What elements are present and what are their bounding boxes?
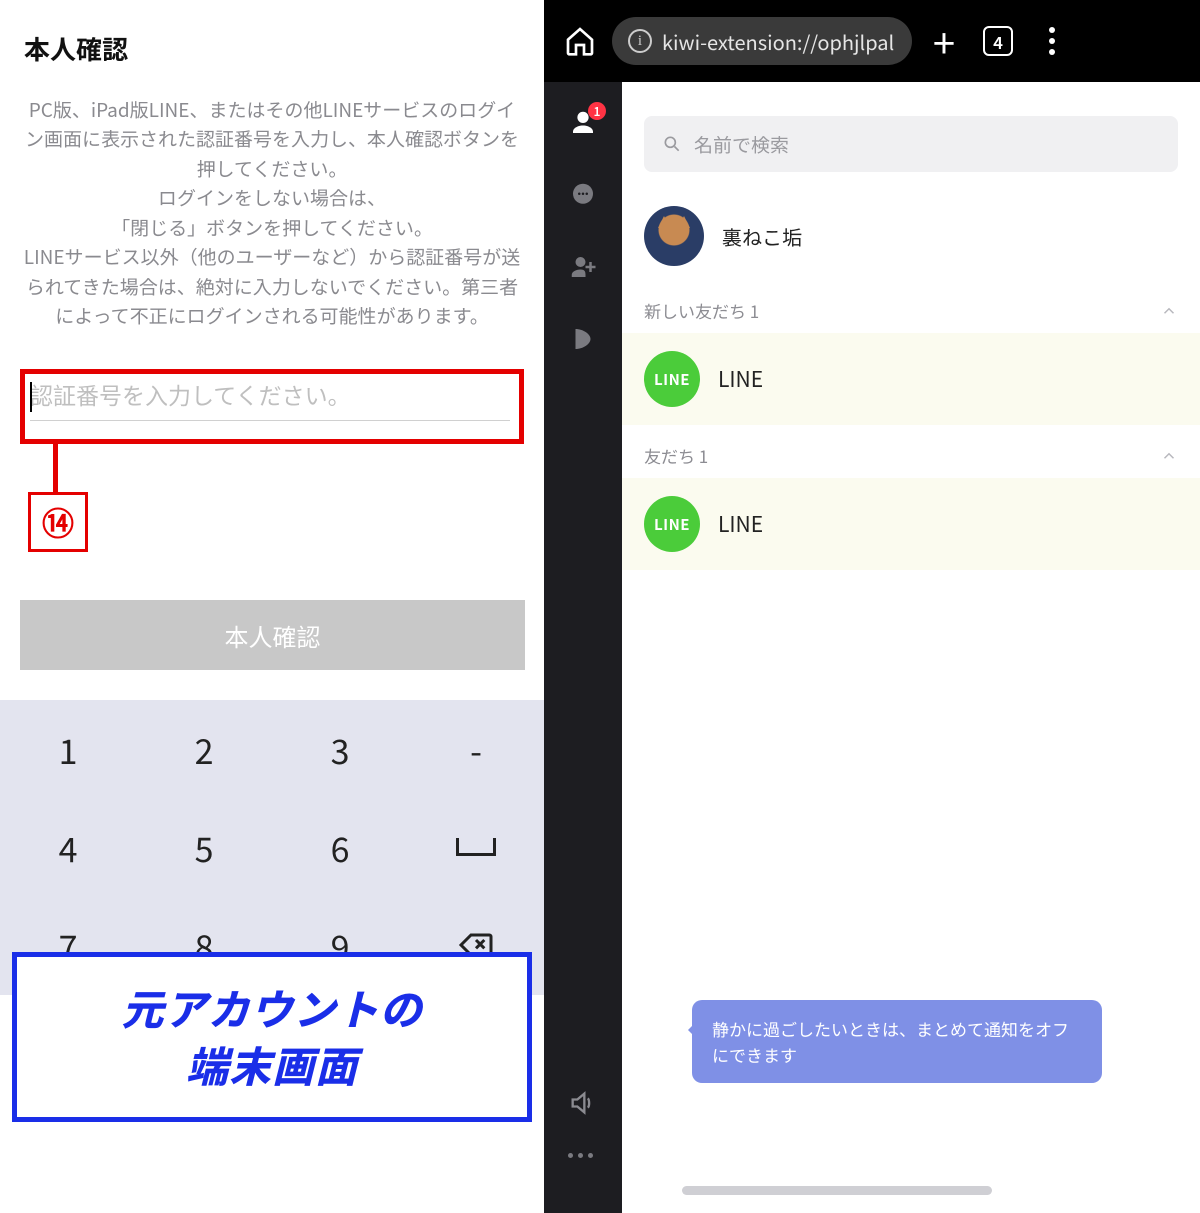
chevron-up-icon	[1160, 302, 1178, 320]
home-icon	[564, 25, 596, 57]
add-friend-icon	[568, 252, 598, 282]
kebab-icon	[1049, 27, 1055, 55]
sidebar-friends[interactable]: 1	[568, 108, 598, 138]
sidebar-more[interactable]	[568, 1153, 598, 1183]
search-placeholder: 名前で検索	[694, 131, 789, 158]
key-2[interactable]: 2	[136, 700, 272, 798]
notification-tooltip[interactable]: 静かに過ごしたいときは、まとめて通知をオフにできます	[692, 1000, 1102, 1083]
site-info-icon[interactable]: i	[628, 29, 652, 53]
verify-description: PC版、iPad版LINE、またはその他LINEサービスのログイン画面に表示され…	[0, 67, 544, 331]
profile-name: 裏ねこ垢	[722, 222, 802, 251]
plus-icon: +	[933, 21, 955, 61]
annotation-step-marker: ⑭	[28, 492, 88, 552]
url-bar[interactable]: i kiwi-extension://ophjlpal	[612, 17, 912, 65]
notification-badge: 1	[588, 102, 606, 120]
right-browser-panel: i kiwi-extension://ophjlpal + 4 1	[544, 0, 1200, 1213]
url-text: kiwi-extension://ophjlpal	[662, 27, 894, 56]
browser-topbar: i kiwi-extension://ophjlpal + 4	[544, 0, 1200, 82]
sidebar-chats[interactable]	[568, 180, 598, 210]
key-1[interactable]: 1	[0, 700, 136, 798]
key-minus[interactable]: -	[408, 700, 544, 798]
section-friends[interactable]: 友だち 1	[622, 425, 1200, 478]
friend-name: LINE	[718, 364, 763, 394]
my-profile-row[interactable]: 裏ねこ垢	[622, 192, 1200, 280]
more-icon	[568, 1153, 598, 1158]
play-icon	[568, 324, 598, 354]
left-phone-panel: 本人確認 PC版、iPad版LINE、またはその他LINEサービスのログイン画面…	[0, 0, 544, 1213]
search-icon	[662, 134, 682, 154]
confirm-identity-button[interactable]: 本人確認	[20, 600, 525, 670]
tabs-button[interactable]: 4	[976, 19, 1020, 63]
sidebar-notifications[interactable]	[568, 1089, 598, 1119]
key-3[interactable]: 3	[272, 700, 408, 798]
key-5[interactable]: 5	[136, 798, 272, 896]
line-logo-icon: LINE	[644, 496, 700, 552]
chevron-up-icon	[1160, 447, 1178, 465]
tab-count-badge: 4	[983, 26, 1013, 56]
verify-title: 本人確認	[0, 0, 544, 67]
friend-row-line[interactable]: LINE LINE	[622, 478, 1200, 570]
friend-name: LINE	[718, 509, 763, 539]
horizontal-scrollbar[interactable]	[682, 1186, 992, 1195]
sidebar-voom[interactable]	[568, 324, 598, 354]
numeric-keypad: 1 2 3 - 4 5 6 7 8 9	[0, 700, 544, 995]
new-tab-button[interactable]: +	[922, 19, 966, 63]
key-space[interactable]	[408, 798, 544, 896]
chat-icon	[568, 180, 598, 210]
browser-menu-button[interactable]	[1030, 19, 1074, 63]
friends-main-panel: 名前で検索 裏ねこ垢 新しい友だち 1 LINE LINE 友だち 1	[622, 82, 1200, 1213]
friend-row-line-new[interactable]: LINE LINE	[622, 333, 1200, 425]
home-button[interactable]	[558, 19, 602, 63]
line-sidebar: 1	[544, 82, 622, 1213]
section-new-friends[interactable]: 新しい友だち 1	[622, 280, 1200, 333]
sidebar-add-friend[interactable]	[568, 252, 598, 282]
avatar	[644, 206, 704, 266]
annotation-connector	[53, 444, 58, 494]
line-logo-icon: LINE	[644, 351, 700, 407]
search-field[interactable]: 名前で検索	[644, 116, 1178, 172]
verification-code-input[interactable]	[30, 378, 510, 421]
annotation-caption-box: 元アカウントの 端末画面	[12, 952, 532, 1122]
key-4[interactable]: 4	[0, 798, 136, 896]
speaker-icon	[568, 1089, 596, 1117]
key-6[interactable]: 6	[272, 798, 408, 896]
text-cursor	[30, 382, 32, 412]
